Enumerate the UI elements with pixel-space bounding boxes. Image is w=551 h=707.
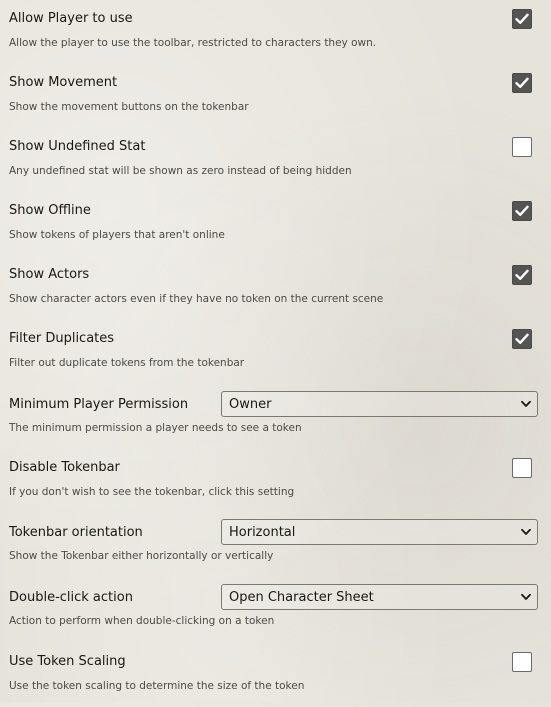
setting-hint: The minimum permission a player needs to… [9, 422, 302, 434]
chevron-down-icon [521, 593, 531, 600]
setting-label: Use Token Scaling [9, 654, 126, 669]
disable-tokenbar-checkbox[interactable] [512, 458, 532, 478]
setting-label: Minimum Player Permission [9, 397, 189, 412]
minimum-player-permission-select[interactable]: Owner [221, 391, 538, 417]
show-offline-checkbox[interactable] [512, 201, 532, 221]
setting-disable-tokenbar: Disable Tokenbar If you don't wish to se… [0, 449, 551, 513]
setting-minimum-player-permission: Minimum Player Permission The minimum pe… [0, 384, 551, 449]
setting-show-actors: Show Actors Show character actors even i… [0, 256, 551, 320]
filter-duplicates-checkbox[interactable] [512, 329, 532, 349]
setting-label: Filter Duplicates [9, 331, 115, 346]
checkmark-icon [515, 269, 529, 280]
checkmark-icon [515, 77, 529, 88]
show-movement-checkbox[interactable] [512, 73, 532, 93]
chevron-down-icon [521, 528, 531, 535]
checkmark-icon [515, 333, 529, 344]
settings-list: Allow Player to use Allow the player to … [0, 0, 551, 707]
setting-show-movement: Show Movement Show the movement buttons … [0, 64, 551, 128]
select-value: Horizontal [229, 524, 296, 540]
setting-hint: Use the token scaling to determine the s… [9, 680, 305, 692]
checkmark-icon [515, 205, 529, 216]
setting-label: Show Actors [9, 267, 90, 282]
setting-label: Disable Tokenbar [9, 460, 120, 475]
setting-double-click-action: Double-click action Action to perform wh… [0, 578, 551, 643]
use-token-scaling-checkbox[interactable] [512, 652, 532, 672]
setting-hint: Action to perform when double-clicking o… [9, 615, 275, 627]
setting-hint: Show tokens of players that aren't onlin… [9, 229, 225, 241]
show-undefined-stat-checkbox[interactable] [512, 137, 532, 157]
setting-label: Show Undefined Stat [9, 139, 146, 154]
setting-show-undefined-stat: Show Undefined Stat Any undefined stat w… [0, 128, 551, 192]
setting-tokenbar-orientation: Tokenbar orientation Show the Tokenbar e… [0, 513, 551, 578]
select-value: Open Character Sheet [229, 589, 374, 605]
setting-hint: Show character actors even if they have … [9, 293, 384, 305]
tokenbar-orientation-select[interactable]: Horizontal [221, 519, 538, 545]
setting-show-offline: Show Offline Show tokens of players that… [0, 192, 551, 256]
chevron-down-icon [521, 400, 531, 407]
show-actors-checkbox[interactable] [512, 265, 532, 285]
setting-use-token-scaling: Use Token Scaling Use the token scaling … [0, 643, 551, 707]
checkmark-icon [515, 13, 529, 24]
double-click-action-select[interactable]: Open Character Sheet [221, 584, 538, 610]
setting-label: Double-click action [9, 590, 133, 605]
setting-label: Show Offline [9, 203, 91, 218]
setting-label: Tokenbar orientation [9, 525, 143, 540]
allow-player-to-use-checkbox[interactable] [512, 9, 532, 29]
select-value: Owner [229, 396, 272, 412]
setting-hint: Show the Tokenbar either horizontally or… [9, 550, 274, 562]
setting-hint: Show the movement buttons on the tokenba… [9, 101, 249, 113]
setting-hint: Allow the player to use the toolbar, res… [9, 37, 377, 49]
setting-filter-duplicates: Filter Duplicates Filter out duplicate t… [0, 320, 551, 384]
setting-label: Allow Player to use [9, 11, 133, 26]
setting-hint: Filter out duplicate tokens from the tok… [9, 357, 245, 369]
setting-hint: Any undefined stat will be shown as zero… [9, 165, 352, 177]
setting-hint: If you don't wish to see the tokenbar, c… [9, 486, 295, 498]
setting-allow-player-to-use: Allow Player to use Allow the player to … [0, 0, 551, 64]
setting-label: Show Movement [9, 75, 118, 90]
